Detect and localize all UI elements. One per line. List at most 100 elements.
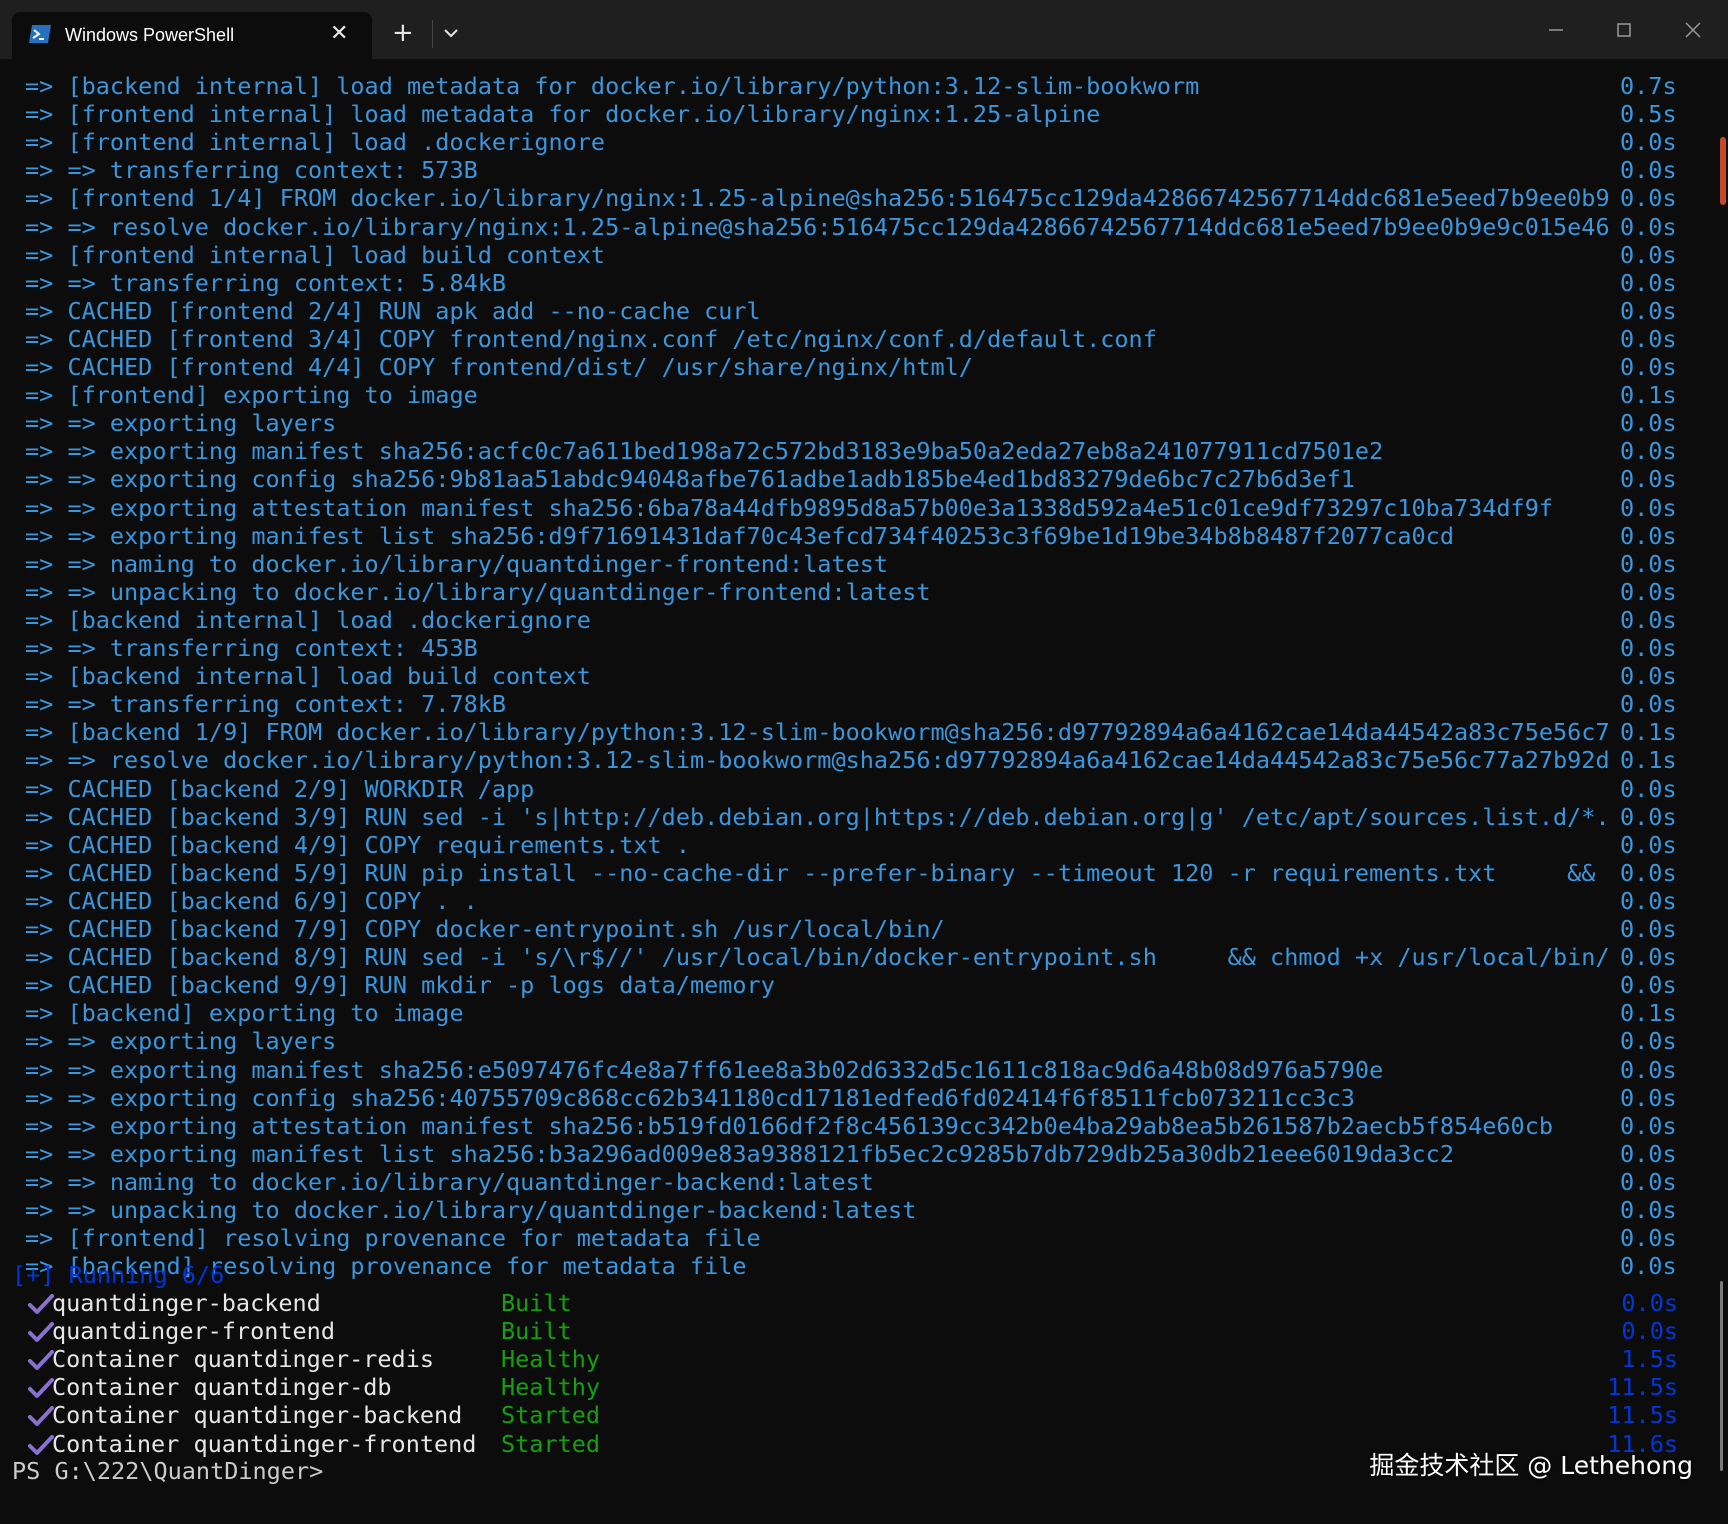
log-text: => [backend internal] load build context	[25, 662, 591, 691]
log-line: => [backend internal] load build context…	[0, 662, 1728, 690]
log-duration: 0.0s	[1620, 156, 1677, 185]
log-duration: 0.1s	[1620, 999, 1677, 1028]
log-line: => => resolve docker.io/library/nginx:1.…	[0, 213, 1728, 241]
log-text: => CACHED [frontend 4/4] COPY frontend/d…	[25, 353, 973, 381]
service-name: Container quantdinger-backend	[52, 1401, 463, 1430]
close-tab-icon[interactable]: ✕	[330, 22, 348, 46]
service-status: Built	[501, 1317, 572, 1346]
log-duration: 0.0s	[1620, 577, 1677, 606]
log-line: => CACHED [backend 2/9] WORKDIR /app 0.0s	[0, 775, 1728, 803]
minimize-icon[interactable]	[1542, 16, 1570, 44]
log-text: => CACHED [backend 5/9] RUN pip install …	[25, 858, 1596, 887]
maximize-icon[interactable]	[1610, 16, 1638, 44]
log-duration: 0.0s	[1620, 971, 1677, 1000]
plus-icon[interactable]: +	[392, 20, 414, 46]
log-text: => => exporting config sha256:9b81aa51ab…	[25, 465, 1355, 494]
log-line: => => exporting attestation manifest sha…	[0, 494, 1728, 522]
service-name: Container quantdinger-redis	[52, 1345, 435, 1374]
log-duration: 0.0s	[1620, 465, 1677, 494]
log-text: => => unpacking to docker.io/library/qua…	[25, 577, 931, 606]
log-duration: 0.1s	[1620, 381, 1677, 410]
log-line: => CACHED [frontend 4/4] COPY frontend/d…	[0, 353, 1728, 381]
service-duration: 0.0s	[1621, 1289, 1678, 1317]
log-line: => CACHED [frontend 3/4] COPY frontend/n…	[0, 325, 1728, 353]
log-duration: 0.0s	[1620, 943, 1677, 972]
log-duration: 0.0s	[1620, 268, 1677, 297]
log-line: => [frontend] exporting to image 0.1s	[0, 381, 1728, 409]
service-name: quantdinger-backend	[52, 1289, 321, 1317]
log-text: => [frontend internal] load build contex…	[25, 240, 606, 269]
log-line: => => resolve docker.io/library/python:3…	[0, 746, 1728, 774]
log-duration: 0.0s	[1620, 493, 1677, 522]
log-line: => => exporting attestation manifest sha…	[0, 1112, 1728, 1140]
log-text: => => naming to docker.io/library/quantd…	[25, 549, 889, 578]
log-duration: 0.0s	[1620, 662, 1677, 691]
scrollbar-thumb[interactable]	[1720, 137, 1726, 205]
log-line: => CACHED [backend 7/9] COPY docker-entr…	[0, 915, 1728, 943]
service-status: Healthy	[501, 1345, 601, 1374]
log-line: => [frontend 1/4] FROM docker.io/library…	[0, 184, 1728, 212]
log-text: => => transferring context: 7.78kB	[25, 690, 507, 719]
running-status: [+] Running 6/6	[12, 1261, 225, 1289]
log-text: => => unpacking to docker.io/library/qua…	[25, 1196, 917, 1224]
log-line: => [frontend] resolving provenance for m…	[0, 1224, 1728, 1252]
log-line: => => exporting manifest list sha256:b3a…	[0, 1140, 1728, 1168]
service-name: Container quantdinger-frontend	[52, 1429, 477, 1458]
checkmark-icon	[28, 1434, 54, 1455]
log-text: => => exporting config sha256:40755709c8…	[25, 1083, 1355, 1112]
log-line: => => unpacking to docker.io/library/qua…	[0, 578, 1728, 606]
log-line: => CACHED [frontend 2/4] RUN apk add --n…	[0, 297, 1728, 325]
window-close-icon[interactable]	[1679, 16, 1707, 44]
powershell-icon	[29, 25, 51, 43]
scrollbar[interactable]	[1720, 1281, 1723, 1471]
service-name: quantdinger-frontend	[52, 1317, 335, 1346]
service-status: Healthy	[501, 1373, 601, 1402]
log-duration: 0.0s	[1620, 886, 1677, 915]
log-duration: 0.0s	[1620, 858, 1677, 887]
log-text: => => exporting layers	[25, 1027, 337, 1056]
log-duration: 0.0s	[1620, 184, 1677, 213]
checkmark-icon	[28, 1294, 54, 1314]
checkmark-icon	[28, 1378, 54, 1399]
log-text: => => exporting manifest sha256:e5097476…	[25, 1055, 1384, 1084]
service-row: Container quantdinger-backend Started 11.5…	[0, 1401, 1728, 1429]
log-text: => CACHED [backend 2/9] WORKDIR /app	[25, 774, 535, 803]
log-duration: 0.0s	[1620, 1224, 1677, 1253]
log-text: => CACHED [backend 7/9] COPY docker-entr…	[25, 915, 945, 943]
log-duration: 0.0s	[1620, 915, 1677, 943]
log-line: => CACHED [backend 8/9] RUN sed -i 's/\r…	[0, 943, 1728, 971]
log-line: => => exporting layers 0.0s	[0, 1027, 1728, 1055]
log-duration: 0.0s	[1620, 634, 1677, 662]
service-duration: 11.5s	[1607, 1401, 1678, 1430]
service-name: Container quantdinger-db	[52, 1373, 392, 1402]
log-line: => [frontend internal] load .dockerignor…	[0, 128, 1728, 156]
log-line: => CACHED [backend 9/9] RUN mkdir -p log…	[0, 971, 1728, 999]
log-duration: 0.0s	[1620, 353, 1677, 381]
chevron-down-icon[interactable]	[442, 26, 460, 40]
log-duration: 0.0s	[1620, 128, 1677, 157]
log-duration: 0.0s	[1620, 409, 1677, 438]
service-row: quantdinger-backend Built 0.0s	[0, 1289, 1728, 1317]
service-row: Container quantdinger-redis Healthy 1.5s	[0, 1345, 1728, 1373]
log-duration: 0.0s	[1620, 1139, 1677, 1168]
log-duration: 0.0s	[1620, 1027, 1677, 1056]
terminal-output[interactable]: => [backend internal] load metadata for …	[0, 59, 1728, 1524]
log-line: => [backend] resolving provenance for me…	[0, 1252, 1728, 1280]
log-duration: 0.0s	[1620, 1111, 1677, 1140]
checkmark-icon	[28, 1406, 54, 1427]
log-line: => CACHED [backend 6/9] COPY . . 0.0s	[0, 887, 1728, 915]
shell-prompt[interactable]: PS G:\222\QuantDinger>	[12, 1457, 323, 1485]
log-text: => => exporting manifest sha256:acfc0c7a…	[25, 437, 1384, 466]
tab-windows-powershell[interactable]: Windows PowerShell ✕	[12, 12, 372, 59]
log-line: => [frontend internal] load build contex…	[0, 241, 1728, 269]
log-text: => [frontend 1/4] FROM docker.io/library…	[25, 184, 1610, 213]
log-text: => => transferring context: 453B	[25, 634, 478, 662]
checkmark-icon	[28, 1322, 54, 1343]
log-duration: 0.0s	[1620, 802, 1677, 831]
log-text: => => exporting manifest list sha256:d9f…	[25, 521, 1454, 550]
log-line: => [backend 1/9] FROM docker.io/library/…	[0, 718, 1728, 746]
log-duration: 0.5s	[1620, 100, 1677, 129]
log-text: => [frontend internal] load .dockerignor…	[25, 128, 606, 157]
log-line: => => exporting config sha256:9b81aa51ab…	[0, 465, 1728, 493]
log-line: => => naming to docker.io/library/quantd…	[0, 1168, 1728, 1196]
